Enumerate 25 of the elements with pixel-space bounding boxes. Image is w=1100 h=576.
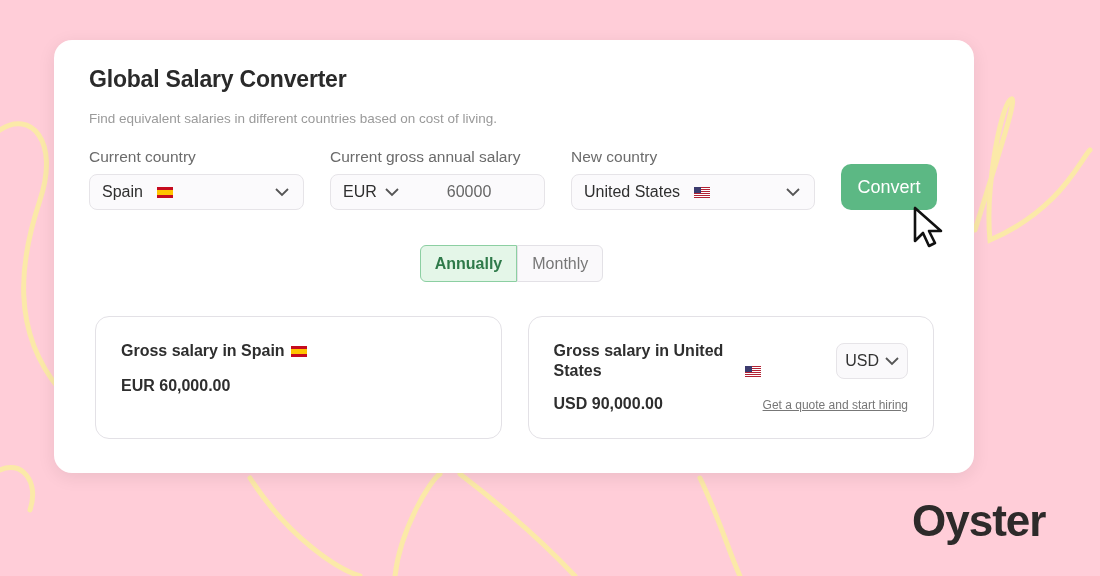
card-title: Global Salary Converter xyxy=(89,66,348,93)
chevron-down-icon xyxy=(885,356,899,366)
field-label: Current country xyxy=(89,148,197,166)
quote-link[interactable]: Get a quote and start hiring xyxy=(762,398,908,412)
country-select[interactable]: Spain xyxy=(89,174,304,210)
chevron-down-icon xyxy=(275,187,289,197)
chevron-down-icon xyxy=(786,187,800,197)
card-subtitle: Find equivalent salaries in different countries based on cost of living. xyxy=(89,111,498,126)
salary-amount: USD 90,000.00 xyxy=(553,395,663,413)
salary-amount: EUR 60,000.00 xyxy=(121,377,231,395)
result-title: Gross salary in Spain xyxy=(121,341,285,361)
period-tab[interactable]: Annually xyxy=(419,245,518,282)
period-tab[interactable]: Monthly xyxy=(517,245,604,282)
flag-icon xyxy=(156,186,173,198)
country-select[interactable]: United States xyxy=(571,174,815,210)
currency-select[interactable]: USD xyxy=(836,343,908,379)
flag-icon xyxy=(744,365,761,377)
chevron-down-icon xyxy=(384,187,399,197)
field-label: New country xyxy=(571,148,659,166)
brand-logo: Oyster xyxy=(912,496,1046,546)
flag-icon xyxy=(290,345,307,357)
field-label: Current gross annual salary xyxy=(330,148,522,166)
result-title: Gross salary in United States xyxy=(553,341,725,381)
flag-icon xyxy=(694,186,711,198)
salary-field[interactable]: EUR 60000 xyxy=(330,174,545,210)
